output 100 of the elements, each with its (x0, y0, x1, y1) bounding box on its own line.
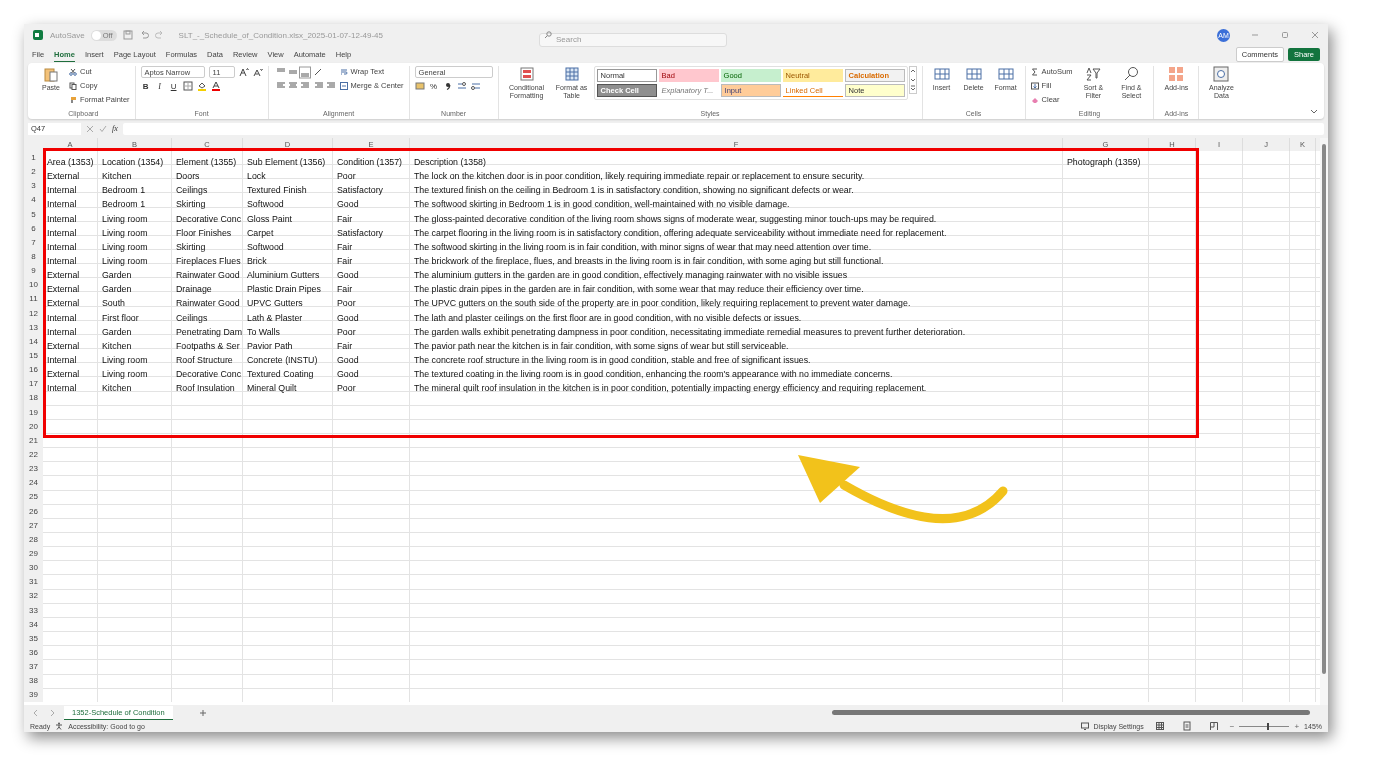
table-cell-text: Lath & Plaster (246, 312, 303, 323)
next-sheet-icon[interactable] (48, 708, 56, 717)
table-cell-text: Doors (175, 171, 200, 182)
table-cell-text: Pavior Path (246, 340, 293, 351)
restore-icon[interactable] (1280, 30, 1290, 40)
gallery-scroll-icon[interactable] (908, 66, 917, 94)
collapse-ribbon-icon[interactable] (1310, 107, 1318, 115)
row-header[interactable]: 2 (24, 165, 43, 180)
row-header[interactable]: 3 (24, 179, 43, 194)
table-cell-text: Satisfactory (336, 227, 383, 238)
grow-font-icon[interactable] (238, 67, 249, 77)
table-cell-text: Area (1353) (46, 157, 94, 167)
table-cell-text: First floor (101, 312, 139, 323)
table-cell-text: Softwood (246, 241, 284, 252)
table-cell-text: Roof Insulation (175, 383, 235, 394)
table-cell-text: Fair (336, 213, 353, 224)
row-header[interactable]: 11 (24, 292, 43, 307)
table-cell-text: External (46, 340, 80, 351)
table-cell-text: Concrete (INSTU) (246, 354, 318, 365)
row-header[interactable]: 31 (24, 575, 43, 590)
page-break-view-icon[interactable] (1208, 721, 1219, 731)
cancel-icon[interactable] (86, 124, 94, 133)
font-color-icon[interactable] (210, 81, 221, 91)
row-header[interactable]: 9 (24, 264, 43, 279)
fill-color-icon[interactable] (196, 81, 207, 91)
row-header[interactable]: 4 (24, 193, 43, 208)
table-cell-text: Good (336, 270, 359, 281)
formula-input[interactable] (122, 122, 1324, 135)
table-cell-text: Gloss Paint (246, 213, 292, 224)
vertical-scrollbar[interactable] (1320, 138, 1328, 705)
table-cell-text: The garden walls exhibit penetrating dampness in poor condition, necessitating immediate remedial measures to prevent further deterioration. (413, 326, 966, 337)
close-icon[interactable] (1310, 30, 1320, 40)
insert-function-button[interactable]: fx (112, 124, 118, 133)
table-cell-text: Good (336, 199, 359, 210)
check-icon[interactable] (99, 124, 107, 133)
shrink-font-icon[interactable] (252, 67, 263, 77)
row-header[interactable]: 1 (24, 151, 43, 166)
row-header[interactable]: 16 (24, 363, 43, 378)
table-cell-text: The brickwork of the fireplace, flues, and breasts in the living room is in fair condition, with some aging but still functional. (413, 256, 884, 266)
magnifier-icon (1123, 66, 1140, 82)
row-header[interactable]: 39 (24, 688, 43, 703)
underline-button[interactable]: U (168, 81, 179, 91)
table-cell-text: Poor (336, 383, 356, 394)
table-cell-text: Poor (336, 326, 356, 337)
table-cell-text: Internal (46, 256, 77, 266)
table-cell-text: The softwood skirting in Bedroom 1 is in good condition, well-maintained with no visible damage. (413, 199, 790, 210)
bold-button[interactable]: B (140, 81, 151, 91)
table-cell-text: Fair (336, 284, 353, 295)
italic-button[interactable]: I (154, 81, 165, 91)
table-cell-text: Fireplaces Flues (175, 256, 241, 266)
add-sheet-icon[interactable] (198, 708, 207, 717)
row-header[interactable]: 18 (24, 391, 43, 406)
row-header[interactable]: 17 (24, 377, 43, 392)
table-cell-text: Bedroom 1 (101, 185, 146, 196)
table-cell-text: Skirting (175, 199, 206, 210)
monitor-icon[interactable] (1080, 722, 1089, 730)
table-cell-text: Roof Structure (175, 354, 233, 365)
paintbrush-icon (69, 95, 77, 104)
previous-sheet-icon[interactable] (32, 708, 40, 717)
table-cell-text: Internal (46, 227, 77, 238)
table-cell-text: Internal (46, 241, 77, 252)
percent-button[interactable]: % (428, 81, 439, 91)
table-cell-text: Decorative Conc (175, 213, 242, 224)
chart-magnifier-icon (1213, 66, 1230, 82)
row-header[interactable]: 32 (24, 589, 43, 604)
table-cell-text: Bedroom 1 (101, 199, 146, 210)
table-cell-text: Carpet (246, 227, 274, 238)
row-header[interactable]: 23 (24, 462, 43, 477)
normal-view-icon[interactable] (1154, 721, 1165, 731)
table-cell-text: UPVC Gutters (246, 298, 303, 309)
increase-decimal-icon[interactable] (456, 81, 467, 91)
table-cell-text: Good (336, 369, 359, 380)
table-cell-text: Garden (101, 270, 132, 281)
save-icon[interactable] (122, 30, 133, 40)
row-header[interactable]: 30 (24, 561, 43, 576)
row-header[interactable]: 25 (24, 490, 43, 505)
borders-icon[interactable] (182, 81, 193, 91)
zoom-out-button[interactable]: − (1229, 721, 1235, 731)
table-cell-text: Internal (46, 326, 77, 337)
zoom-in-button[interactable]: + (1294, 721, 1300, 731)
row-header[interactable]: 38 (24, 674, 43, 689)
decrease-decimal-icon[interactable] (470, 81, 481, 91)
fill-down-icon (1030, 81, 1039, 90)
table-cell-text: Internal (46, 312, 77, 323)
row-header[interactable]: 37 (24, 660, 43, 675)
table-cell-text: Internal (46, 383, 77, 394)
table-cell-text: Ceilings (175, 185, 208, 196)
table-cell-text: The carpet flooring in the living room is in satisfactory condition, offering adequate serviceability without immediate need for replacement. (413, 227, 947, 238)
table-cell-text: Fair (336, 256, 353, 266)
table-cell-text: Fair (336, 241, 353, 252)
page-layout-view-icon[interactable] (1181, 721, 1192, 731)
table-cell-text: The lock on the kitchen door is in poor condition, likely requiring immediate repair or replacement to ensure security. (413, 171, 865, 182)
table-cell-text: Satisfactory (336, 185, 383, 196)
table-cell-text: Textured Finish (246, 185, 307, 196)
row-header[interactable]: 24 (24, 476, 43, 491)
table-cell-text: The textured finish on the ceiling in Bedroom 1 is in satisfactory condition, showing no significant defects or wear. (413, 185, 854, 196)
table-cell-text: External (46, 369, 80, 380)
row-header[interactable]: 10 (24, 278, 43, 293)
table-cell-text: South (101, 298, 125, 309)
search-field[interactable]: Search (539, 32, 727, 47)
